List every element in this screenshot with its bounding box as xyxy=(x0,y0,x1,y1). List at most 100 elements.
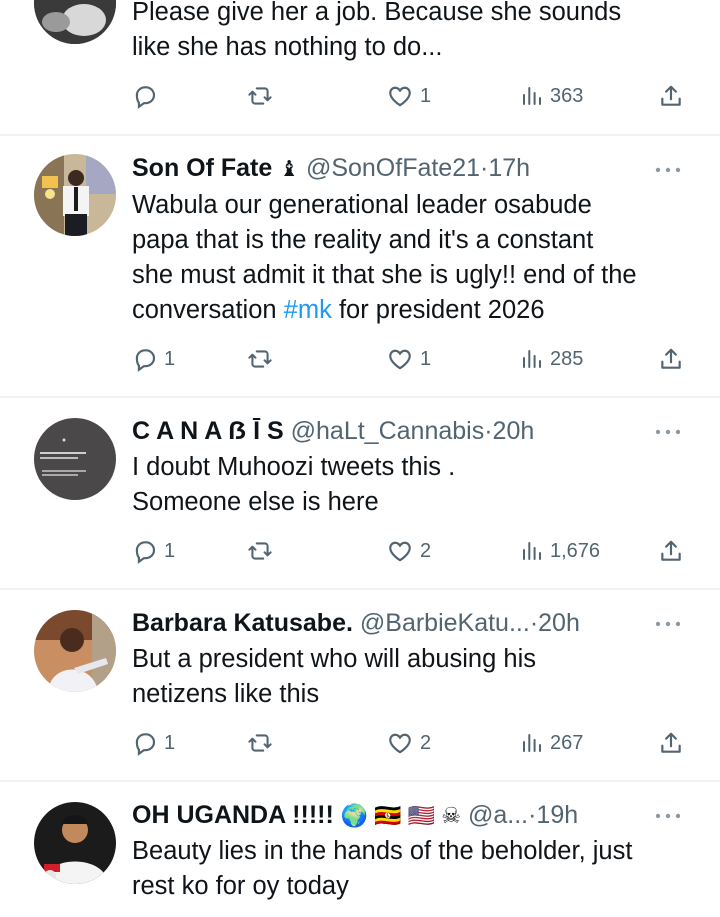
like-count: 1 xyxy=(420,84,432,107)
views-button[interactable]: 1,676 xyxy=(520,536,600,566)
more-icon xyxy=(654,428,682,436)
avatar[interactable] xyxy=(34,802,116,884)
retweet-button[interactable] xyxy=(246,344,274,374)
retweet-button[interactable] xyxy=(246,536,274,566)
author-handle[interactable]: @BarbieKatu... xyxy=(360,609,530,637)
share-icon xyxy=(658,346,684,372)
like-button[interactable]: 2 xyxy=(386,536,431,566)
tweet-4[interactable]: OH UGANDA !!!!! 🌍 🇺🇬 🇺🇸 ☠ @a...·19h Beau… xyxy=(0,782,720,917)
tweet-header: OH UGANDA !!!!! 🌍 🇺🇬 🇺🇸 ☠ @a...·19h xyxy=(132,798,680,832)
like-button[interactable]: 1 xyxy=(386,81,431,111)
share-icon xyxy=(658,538,684,564)
view-count: 363 xyxy=(550,84,584,107)
reply-icon xyxy=(132,730,158,756)
reply-icon xyxy=(132,83,158,109)
tweet-1[interactable]: Son Of Fate ♝ @SonOfFate21·17h Wabula ou… xyxy=(0,136,720,396)
timestamp[interactable]: 20h xyxy=(538,609,580,637)
more-button[interactable] xyxy=(654,428,682,436)
share-button[interactable] xyxy=(658,536,684,566)
avatar[interactable] xyxy=(34,154,116,236)
avatar[interactable] xyxy=(34,0,116,44)
views-icon xyxy=(520,539,544,563)
tweet-text: I doubt Muhoozi tweets this . Someone el… xyxy=(132,453,456,516)
like-icon xyxy=(386,730,414,756)
view-count: 1,676 xyxy=(550,539,601,562)
views-icon xyxy=(520,731,544,755)
retweet-icon xyxy=(246,730,274,756)
author-name[interactable]: OH UGANDA !!!!! xyxy=(132,801,334,829)
tweet-text: Beauty lies in the hands of the beholder… xyxy=(132,837,633,900)
like-count: 1 xyxy=(420,347,432,370)
author-name[interactable]: Barbara Katusabe. xyxy=(132,609,353,637)
reply-button[interactable]: 1 xyxy=(132,536,175,566)
more-button[interactable] xyxy=(654,620,682,628)
tweet-text: But a president who will abusing his net… xyxy=(132,645,536,708)
tweet-text: Wabula our generational leader osabude p… xyxy=(132,188,702,328)
tweet-header: Barbara Katusabe. @BarbieKatu...·20h xyxy=(132,606,680,640)
views-button[interactable]: 363 xyxy=(520,81,583,111)
reply-count: 1 xyxy=(164,731,176,754)
view-count: 267 xyxy=(550,731,584,754)
share-button[interactable] xyxy=(658,344,684,374)
tweet-text-tail: for president 2026 xyxy=(331,296,545,324)
tweet-actions: 1 363 xyxy=(132,81,692,111)
more-icon xyxy=(654,812,682,820)
author-name[interactable]: C A N A ẞ Ī S xyxy=(132,417,284,445)
tweet-3[interactable]: Barbara Katusabe. @BarbieKatu...·20h But… xyxy=(0,590,720,780)
hashtag-link[interactable]: #mk xyxy=(284,296,332,324)
avatar[interactable] xyxy=(34,610,116,692)
tweet-text: Please give her a job. Because she sound… xyxy=(132,0,622,61)
views-button[interactable]: 285 xyxy=(520,344,583,374)
separator: · xyxy=(484,417,493,445)
like-button[interactable]: 2 xyxy=(386,728,431,758)
views-icon xyxy=(520,84,544,108)
timestamp[interactable]: 20h xyxy=(493,417,535,445)
flag-emojis: 🌍 🇺🇬 🇺🇸 ☠ xyxy=(340,803,462,828)
more-icon xyxy=(654,620,682,628)
reply-icon xyxy=(132,346,158,372)
author-handle[interactable]: @a... xyxy=(468,801,528,829)
views-icon xyxy=(520,347,544,371)
views-button[interactable]: 267 xyxy=(520,728,583,758)
share-button[interactable] xyxy=(658,728,684,758)
separator: · xyxy=(529,609,539,637)
like-icon xyxy=(386,538,414,564)
like-icon xyxy=(386,346,414,372)
reply-button[interactable]: 1 xyxy=(132,344,175,374)
reply-button[interactable] xyxy=(132,81,158,111)
tweet-header: C A N A ẞ Ī S @haLt_Cannabis·20h xyxy=(132,414,680,448)
reply-icon xyxy=(132,538,158,564)
tweet-2[interactable]: C A N A ẞ Ī S @haLt_Cannabis·20h I doubt… xyxy=(0,398,720,588)
chess-bishop-emoji: ♝ xyxy=(279,156,299,181)
timestamp[interactable]: 17h xyxy=(488,154,530,182)
author-handle[interactable]: @SonOfFate21 xyxy=(306,154,480,182)
retweet-icon xyxy=(246,83,274,109)
like-count: 2 xyxy=(420,731,432,754)
like-count: 2 xyxy=(420,539,432,562)
retweet-icon xyxy=(246,538,274,564)
timestamp[interactable]: 19h xyxy=(536,801,578,829)
tweet-actions: 1 2 1,676 xyxy=(132,536,692,566)
view-count: 285 xyxy=(550,347,584,370)
tweet-actions: 1 1 285 xyxy=(132,344,692,374)
retweet-button[interactable] xyxy=(246,728,274,758)
avatar[interactable] xyxy=(34,418,116,500)
author-name[interactable]: Son Of Fate xyxy=(132,154,272,182)
tweet-0[interactable]: Please give her a job. Because she sound… xyxy=(0,0,720,134)
tweet-header: Son Of Fate ♝ @SonOfFate21·17h xyxy=(132,151,680,185)
more-icon xyxy=(654,166,682,174)
like-icon xyxy=(386,83,414,109)
more-button[interactable] xyxy=(654,812,682,820)
retweet-icon xyxy=(246,346,274,372)
like-button[interactable]: 1 xyxy=(386,344,431,374)
author-handle[interactable]: @haLt_Cannabis xyxy=(291,417,485,445)
share-icon xyxy=(658,83,684,109)
more-button[interactable] xyxy=(654,166,682,174)
reply-button[interactable]: 1 xyxy=(132,728,175,758)
retweet-button[interactable] xyxy=(246,81,274,111)
reply-count: 1 xyxy=(164,539,176,562)
reply-count: 1 xyxy=(164,347,176,370)
tweet-actions: 1 2 267 xyxy=(132,728,692,758)
share-icon xyxy=(658,730,684,756)
share-button[interactable] xyxy=(658,81,684,111)
